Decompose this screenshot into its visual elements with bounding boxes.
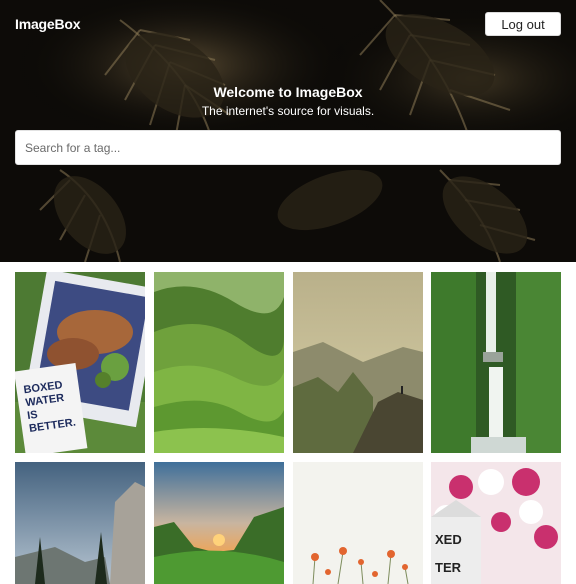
photo-tile-flowers[interactable]: XED TER [431, 462, 561, 584]
brand-logo[interactable]: ImageBox [15, 16, 81, 32]
sunset-valley-image [154, 462, 284, 584]
photo-grid: BOXED WATER IS BETTER. XED TER [0, 262, 576, 584]
photo-tile-hiker[interactable] [293, 272, 423, 453]
waterfall-image [431, 272, 561, 453]
photo-tile-sunset[interactable] [154, 462, 284, 584]
picnic-box-water-image: BOXED WATER IS BETTER. [15, 272, 145, 453]
carton-text-3: IS [27, 409, 39, 422]
photo-tile-hills[interactable] [154, 272, 284, 453]
flowers-carton-image: XED TER [431, 462, 561, 584]
cliff-trees-image [15, 462, 145, 584]
photo-tile-picnic[interactable]: BOXED WATER IS BETTER. [15, 272, 145, 453]
poppy-field-image [293, 462, 423, 584]
carton-text-ter: TER [435, 560, 462, 575]
tag-search-input[interactable] [15, 130, 561, 165]
hero-banner: ImageBox Log out Welcome to ImageBox The… [0, 0, 576, 262]
logout-button[interactable]: Log out [485, 12, 561, 36]
page-title: Welcome to ImageBox [213, 84, 363, 100]
green-hills-image [154, 272, 284, 453]
hiker-on-rock-image [293, 272, 423, 453]
page-subtitle: The internet's source for visuals. [201, 104, 375, 118]
photo-tile-poppies[interactable] [293, 462, 423, 584]
carton-text-xed: XED [435, 532, 462, 547]
photo-tile-waterfall[interactable] [431, 272, 561, 453]
photo-tile-cliff[interactable] [15, 462, 145, 584]
